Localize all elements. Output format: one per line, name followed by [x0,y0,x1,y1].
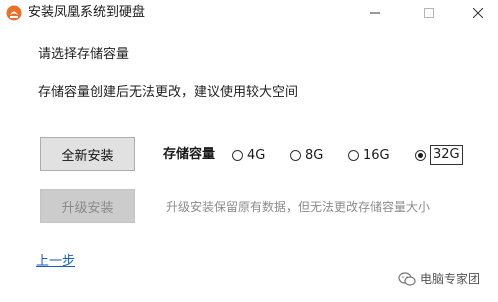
capacity-option-label: 16G [363,147,390,163]
capacity-radio-4g[interactable]: 4G [232,144,265,166]
capacity-warning-text: 存储容量创建后无法更改，建议使用较大空间 [38,85,299,100]
capacity-option-label: 4G [247,147,266,163]
radio-circle[interactable] [290,149,301,161]
upgrade-install-button: 升级安装 [40,189,135,223]
radio-circle[interactable] [348,149,359,161]
capacity-radio-16g[interactable]: 16G [348,144,390,166]
upgrade-note-text: 升级安装保留原有数据，但无法更改存储容量大小 [166,200,431,214]
minimize-button[interactable] [355,0,395,26]
capacity-radio-32g[interactable]: 32G [415,144,463,166]
wechat-icon [398,271,416,286]
minimize-icon [370,12,380,14]
close-icon [473,8,483,18]
maximize-button[interactable] [409,0,449,26]
window-title: 安装凤凰系统到硬盘 [28,5,146,20]
watermark: 电脑专家团 [398,270,480,287]
new-install-button[interactable]: 全新安装 [40,137,135,171]
radio-circle-selected[interactable] [415,149,426,161]
close-button[interactable] [458,0,498,26]
capacity-option-label: 32G [430,145,463,165]
maximize-icon [424,8,434,18]
title-bar: 安装凤凰系统到硬盘 [0,0,498,30]
radio-circle[interactable] [232,149,243,161]
back-link[interactable]: 上一步 [36,253,75,271]
capacity-radio-8g[interactable]: 8G [290,144,323,166]
capacity-option-label: 8G [305,147,324,163]
watermark-text: 电脑专家团 [420,272,481,286]
capacity-label: 存储容量 [163,147,216,162]
phoenix-logo-icon [6,5,22,21]
installer-window: 安装凤凰系统到硬盘 请选择存储容量 存储容量创建后无法更改，建议使用较大空间 全… [0,0,498,302]
choose-capacity-label: 请选择存储容量 [38,47,130,62]
